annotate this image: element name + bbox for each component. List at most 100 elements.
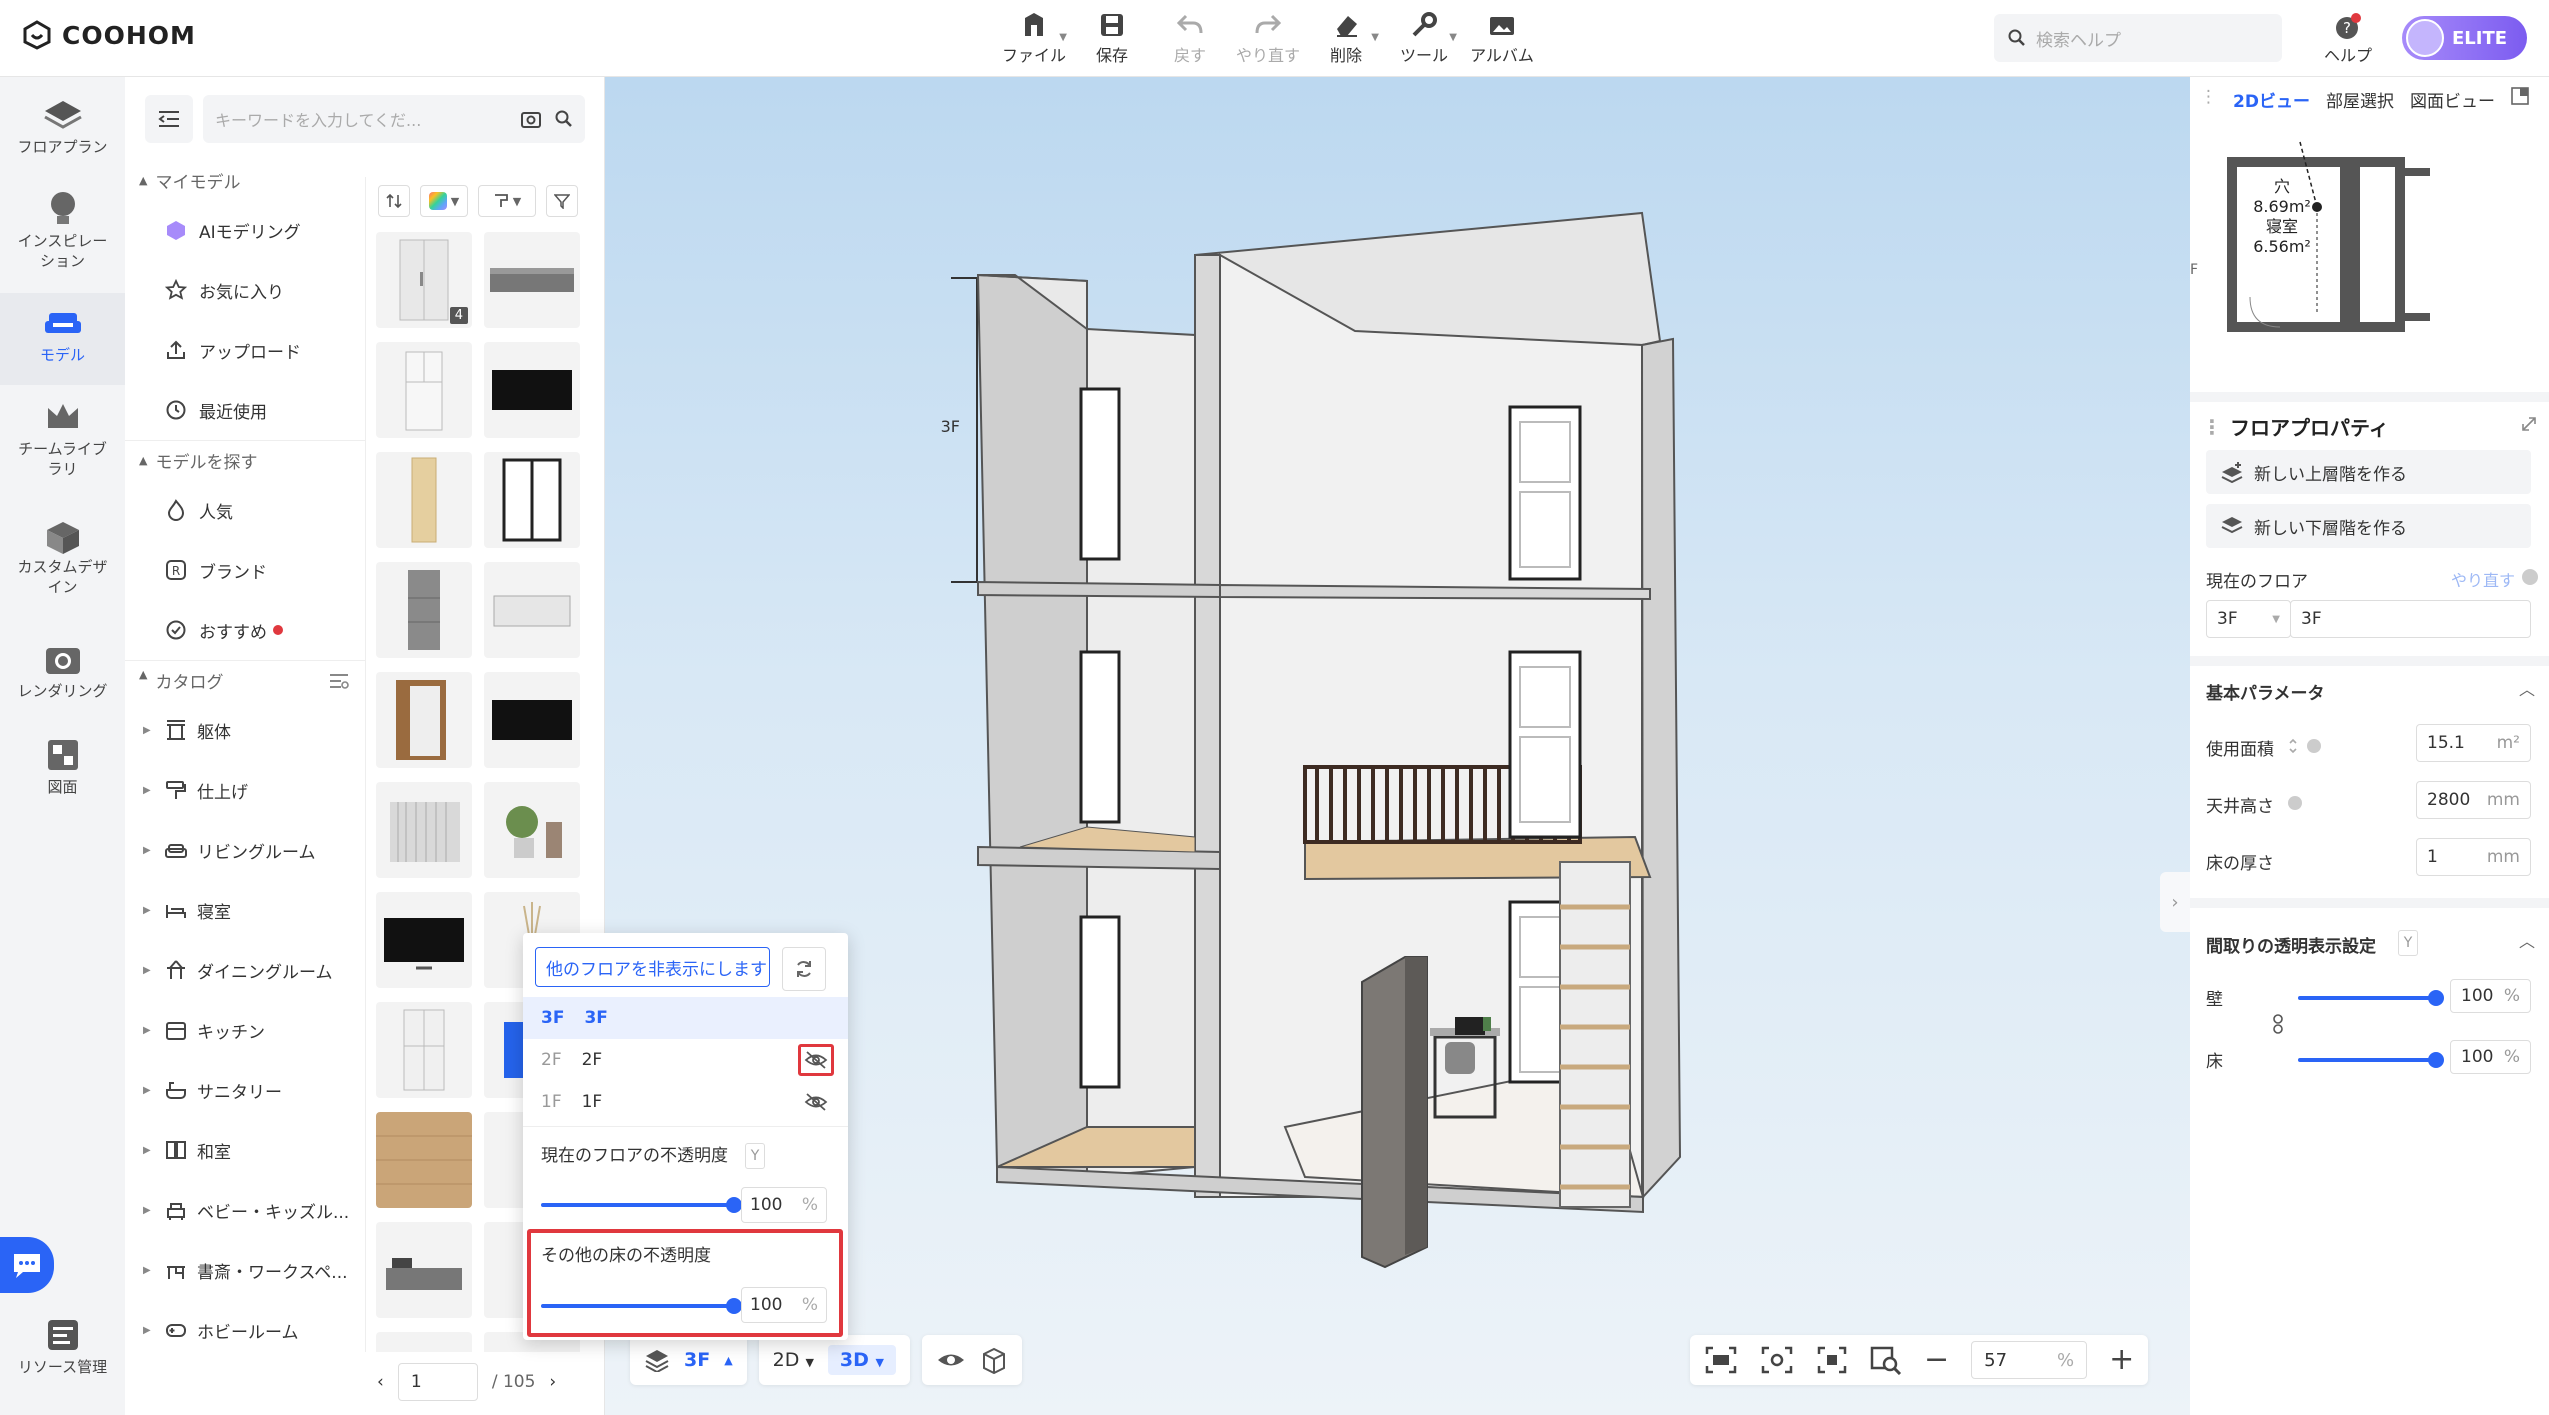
cube-view-icon[interactable] (980, 1346, 1008, 1374)
model-thumbnail[interactable] (484, 562, 580, 658)
basic-params-header[interactable]: 基本パラメータ (2206, 679, 2325, 704)
info-icon[interactable] (2521, 568, 2539, 586)
model-thumbnail[interactable] (376, 562, 472, 658)
model-thumbnail[interactable] (376, 342, 472, 438)
catalog-item[interactable]: ▶ 仕上げ (125, 760, 365, 820)
floor-name-input[interactable]: 3F (2290, 600, 2531, 638)
model-thumbnail[interactable] (484, 452, 580, 548)
panel-collapse-toggle[interactable]: › (2160, 872, 2190, 932)
floor-visibility-toggle[interactable] (798, 1044, 834, 1076)
item-upload[interactable]: アップロード (125, 320, 365, 380)
nav-floorplan[interactable]: フロアプラン (0, 93, 125, 183)
save-button[interactable]: 保存 (1073, 8, 1151, 68)
image-search-icon[interactable] (521, 110, 541, 128)
model-thumbnail[interactable] (376, 1112, 472, 1208)
wall-opacity-slider[interactable] (2298, 990, 2444, 1006)
model-thumbnail[interactable] (376, 1332, 472, 1352)
catalog-item[interactable]: ▶ 書斎・ワークスペ... (125, 1240, 365, 1300)
link-icon[interactable] (2270, 1013, 2286, 1035)
expand-window-icon[interactable] (2511, 87, 2529, 105)
collapse-chevron-icon[interactable]: ︿ (2519, 928, 2535, 952)
wall-opacity-input[interactable]: 100% (2450, 979, 2531, 1013)
tab-2d-view[interactable]: 2Dビュー (2233, 87, 2310, 112)
tab-room-select[interactable]: 部屋選択 (2326, 87, 2394, 112)
fit-screen-icon[interactable] (1704, 1345, 1738, 1375)
nav-drawings[interactable]: 図面 (0, 733, 125, 813)
model-thumbnail[interactable] (376, 672, 472, 768)
floor-visibility-toggle[interactable] (798, 1086, 834, 1118)
model-thumbnail[interactable] (484, 782, 580, 878)
redo-button[interactable]: やり直す (1229, 8, 1307, 68)
add-lower-floor-button[interactable]: 新しい下層階を作る (2206, 504, 2531, 548)
chat-button[interactable] (0, 1237, 54, 1293)
view-2d-button[interactable]: 2D ▼ (773, 1349, 814, 1371)
model-thumbnail[interactable]: 4 (376, 232, 472, 328)
catalog-item[interactable]: ▶ 和室 (125, 1120, 365, 1180)
floor-opacity-input[interactable]: 100% (2450, 1040, 2531, 1074)
item-favorites[interactable]: お気に入り (125, 260, 365, 320)
current-floor-opacity-input[interactable]: 100% (741, 1187, 827, 1223)
floor-selector-button[interactable]: 3F ▲ (630, 1335, 747, 1385)
catalog-settings-icon[interactable] (329, 673, 349, 689)
help-search-input[interactable]: 検索ヘルプ (1994, 14, 2282, 62)
add-upper-floor-button[interactable]: 新しい上層階を作る (2206, 450, 2531, 494)
item-recommended[interactable]: おすすめ (125, 600, 365, 660)
transparency-header[interactable]: 間取りの透明表示設定 (2206, 932, 2376, 957)
catalog-item[interactable]: ▶ リビングルーム (125, 820, 365, 880)
item-ai-modeling[interactable]: AIモデリング (125, 200, 365, 260)
library-menu-toggle[interactable] (145, 95, 193, 143)
model-thumbnail[interactable] (484, 232, 580, 328)
model-thumbnail[interactable] (376, 1002, 472, 1098)
sort-button[interactable] (378, 185, 410, 217)
nav-model[interactable]: モデル (0, 293, 125, 385)
floor-code-select[interactable]: 3F ▼ (2206, 600, 2291, 638)
catalog-item[interactable]: ▶ ベビー・キッズル... (125, 1180, 365, 1240)
filter-button[interactable] (546, 185, 578, 217)
nav-resource-management[interactable]: リソース管理 (0, 1313, 125, 1403)
minimap-floorplan[interactable]: 穴 8.69m² 寝室 6.56m² F (2190, 112, 2549, 392)
coohom-logo[interactable]: COOHOM (22, 20, 196, 50)
item-recent[interactable]: 最近使用 (125, 380, 365, 440)
focus-icon[interactable] (1816, 1345, 1848, 1375)
floor-row-2f[interactable]: 2F 2F (523, 1039, 848, 1081)
model-thumbnail[interactable] (376, 1222, 472, 1318)
catalog-item[interactable]: ▶ キッチン (125, 1000, 365, 1060)
catalog-item[interactable]: ▶ 躯体 (125, 700, 365, 760)
file-menu-button[interactable]: ファイル ▼ (995, 8, 1073, 68)
zoom-level-input[interactable]: 57% (1971, 1341, 2088, 1379)
eye-icon[interactable] (936, 1349, 966, 1371)
section-my-models[interactable]: ▲ マイモデル (125, 160, 365, 200)
nav-custom-design[interactable]: カスタムデザイン (0, 513, 125, 613)
expand-icon[interactable] (2521, 416, 2537, 432)
view-3d-button[interactable]: 3D ▼ (827, 1345, 896, 1375)
help-button[interactable]: ? ヘルプ (2318, 12, 2378, 67)
floor-row-3f[interactable]: 3F 3F (523, 997, 848, 1039)
account-elite-button[interactable]: ELITE (2402, 16, 2527, 60)
album-button[interactable]: アルバム (1463, 8, 1541, 68)
search-icon[interactable] (555, 110, 573, 128)
ceiling-height-input[interactable]: 2800 mm (2416, 781, 2531, 819)
item-brand[interactable]: R ブランド (125, 540, 365, 600)
section-catalog[interactable]: ▲ カタログ (125, 660, 365, 700)
library-search-input[interactable]: キーワードを入力してくだ... (203, 95, 585, 143)
nav-rendering[interactable]: レンダリング (0, 637, 125, 717)
item-popular[interactable]: 人気 (125, 480, 365, 540)
catalog-item[interactable]: ▶ ダイニングルーム (125, 940, 365, 1000)
model-thumbnail[interactable] (376, 452, 472, 548)
nav-team-library[interactable]: チームライブラリ (0, 395, 125, 495)
catalog-item[interactable]: ▶ 寝室 (125, 880, 365, 940)
page-number-input[interactable]: 1 (397, 1363, 478, 1401)
model-thumbnail[interactable] (484, 342, 580, 438)
tab-drawing-view[interactable]: 図面ビュー (2410, 87, 2495, 112)
drag-handle-icon[interactable]: ⋮ (2202, 415, 2222, 439)
zoom-out-button[interactable]: − (1924, 1345, 1949, 1375)
section-explore[interactable]: ▲ モデルを探す (125, 440, 365, 480)
zoom-in-button[interactable]: + (2109, 1345, 2134, 1375)
hide-other-floors-button[interactable]: 他のフロアを非表示にします (535, 947, 770, 987)
collapse-chevron-icon[interactable]: ︿ (2519, 676, 2535, 700)
settings-frame-icon[interactable] (1760, 1345, 1794, 1375)
slider-knob[interactable] (2428, 990, 2444, 1006)
model-thumbnail[interactable] (376, 892, 472, 988)
info-icon[interactable] (2286, 794, 2304, 812)
floor-opacity-slider[interactable] (2298, 1052, 2444, 1068)
